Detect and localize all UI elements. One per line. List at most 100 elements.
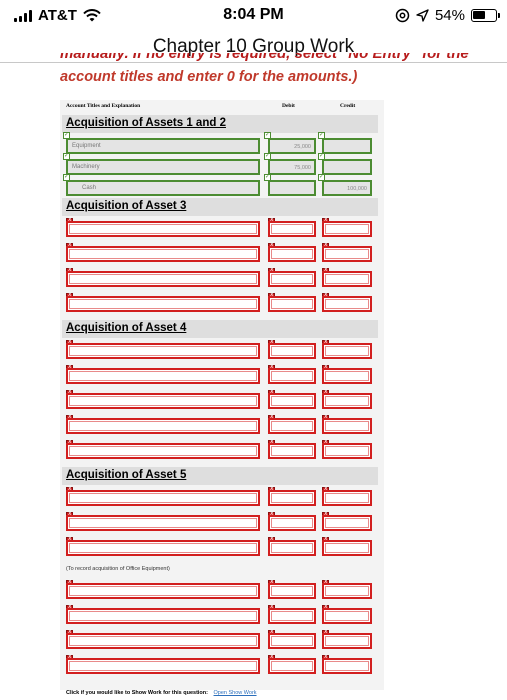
debit-input[interactable]	[268, 490, 316, 506]
account-select[interactable]: Equipment	[66, 138, 260, 154]
journal-row	[62, 388, 378, 410]
debit-input[interactable]	[268, 443, 316, 459]
credit-input[interactable]	[322, 296, 372, 312]
status-right-group: 54%	[395, 7, 500, 24]
credit-input[interactable]	[322, 159, 372, 175]
debit-input[interactable]	[268, 515, 316, 531]
debit-input[interactable]	[268, 180, 316, 196]
journal-row	[62, 510, 378, 532]
battery-icon	[471, 9, 500, 22]
account-select[interactable]	[66, 296, 260, 312]
credit-input[interactable]	[322, 221, 372, 237]
journal-row: Machinery 75,000	[62, 152, 378, 176]
account-select[interactable]	[66, 343, 260, 359]
section-title: Acquisition of Assets 1 and 2	[66, 117, 226, 129]
account-select[interactable]	[66, 658, 260, 674]
account-select[interactable]	[66, 271, 260, 287]
debit-input[interactable]	[268, 583, 316, 599]
account-select[interactable]	[66, 418, 260, 434]
debit-input[interactable]	[268, 271, 316, 287]
journal-row	[62, 338, 378, 360]
journal-row	[62, 628, 378, 650]
at-icon	[395, 8, 410, 23]
credit-input[interactable]	[322, 658, 372, 674]
account-select[interactable]	[66, 515, 260, 531]
credit-input[interactable]	[322, 368, 372, 384]
journal-row	[62, 216, 378, 238]
status-bar: AT&T 8:04 PM 54%	[0, 0, 507, 30]
debit-input[interactable]	[268, 418, 316, 434]
account-select[interactable]: Cash	[66, 180, 260, 196]
account-select[interactable]	[66, 583, 260, 599]
debit-input[interactable]	[268, 368, 316, 384]
debit-input[interactable]	[268, 343, 316, 359]
journal-row: Equipment 25,000	[62, 131, 378, 155]
credit-input[interactable]	[322, 515, 372, 531]
account-column-header: Account Titles and Explanation	[66, 103, 141, 109]
section-assets-1-2: Acquisition of Assets 1 and 2	[62, 115, 378, 133]
account-select[interactable]	[66, 443, 260, 459]
debit-input[interactable]: 25,000	[268, 138, 316, 154]
account-select[interactable]	[66, 608, 260, 624]
section-title: Acquisition of Asset 5	[66, 469, 187, 481]
journal-row	[62, 485, 378, 507]
credit-input[interactable]	[322, 246, 372, 262]
journal-row	[62, 291, 378, 313]
open-show-work-link[interactable]: Open Show Work	[214, 690, 257, 696]
debit-input[interactable]	[268, 540, 316, 556]
debit-input[interactable]	[268, 221, 316, 237]
section-title: Acquisition of Asset 3	[66, 200, 187, 212]
credit-column-header: Credit	[340, 103, 356, 109]
account-select[interactable]	[66, 221, 260, 237]
journal-row	[62, 653, 378, 675]
credit-input[interactable]	[322, 608, 372, 624]
credit-input[interactable]	[322, 443, 372, 459]
debit-input[interactable]	[268, 246, 316, 262]
journal-row	[62, 266, 378, 288]
credit-input[interactable]	[322, 540, 372, 556]
account-select[interactable]	[66, 246, 260, 262]
section-title: Acquisition of Asset 4	[66, 322, 187, 334]
show-work-prompt: Click if you would like to Show Work for…	[66, 690, 208, 696]
battery-percent: 54%	[434, 7, 465, 24]
credit-input[interactable]	[322, 271, 372, 287]
account-select[interactable]	[66, 490, 260, 506]
show-work-footer: Click if you would like to Show Work for…	[66, 690, 257, 696]
location-icon	[416, 9, 429, 22]
debit-input[interactable]: 75,000	[268, 159, 316, 175]
account-select[interactable]: Machinery	[66, 159, 260, 175]
credit-input[interactable]	[322, 393, 372, 409]
debit-input[interactable]	[268, 658, 316, 674]
debit-input[interactable]	[268, 608, 316, 624]
credit-input[interactable]	[322, 583, 372, 599]
debit-input[interactable]	[268, 633, 316, 649]
debit-column-header: Debit	[282, 103, 295, 109]
instructions-text: account titles and enter 0 for the amoun…	[60, 69, 358, 85]
credit-input[interactable]	[322, 490, 372, 506]
credit-input[interactable]: 100,000	[322, 180, 372, 196]
journal-row	[62, 603, 378, 625]
journal-row: Cash 100,000	[62, 173, 378, 197]
entry-note: (To record acquisition of Office Equipme…	[66, 566, 170, 572]
journal-row	[62, 438, 378, 460]
credit-input[interactable]	[322, 633, 372, 649]
account-select[interactable]	[66, 393, 260, 409]
debit-input[interactable]	[268, 296, 316, 312]
section-asset-3: Acquisition of Asset 3	[62, 198, 378, 216]
journal-row	[62, 578, 378, 600]
credit-input[interactable]	[322, 343, 372, 359]
debit-input[interactable]	[268, 393, 316, 409]
credit-input[interactable]	[322, 138, 372, 154]
credit-input[interactable]	[322, 418, 372, 434]
instructions-clipped-text: manually. If no entry is required, selec…	[60, 53, 469, 62]
column-headers: Account Titles and Explanation Debit Cre…	[60, 101, 384, 113]
journal-row	[62, 363, 378, 385]
instructions-clipped: manually. If no entry is required, selec…	[60, 53, 507, 65]
account-select[interactable]	[66, 540, 260, 556]
journal-row	[62, 535, 378, 557]
section-asset-5: Acquisition of Asset 5	[62, 467, 378, 485]
journal-row	[62, 413, 378, 435]
section-asset-4: Acquisition of Asset 4	[62, 320, 378, 338]
account-select[interactable]	[66, 368, 260, 384]
account-select[interactable]	[66, 633, 260, 649]
